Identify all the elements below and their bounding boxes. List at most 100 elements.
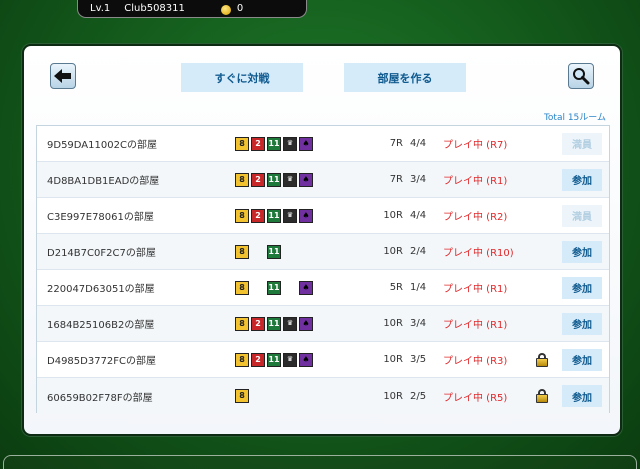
lock-icon bbox=[536, 353, 548, 367]
room-rounds: 7R bbox=[389, 138, 403, 149]
search-button[interactable] bbox=[568, 63, 594, 89]
room-name: C3E997E78061の部屋 bbox=[47, 212, 154, 223]
rule-badge: 11 bbox=[267, 172, 281, 187]
room-row: 220047D63051の部屋 8 11 ♠ 5R 1/4 プレイ中 (R1) 参加 bbox=[37, 270, 609, 306]
room-rounds: 10R bbox=[383, 246, 403, 257]
room-players: 2/5 bbox=[410, 390, 427, 402]
full-button[interactable]: 満員 bbox=[562, 132, 602, 155]
room-row: 60659B02F78Fの部屋 8 10R 2/5 プレイ中 (R5) 参加 bbox=[37, 378, 609, 414]
room-status: プレイ中 (R1) bbox=[443, 176, 508, 187]
room-status: プレイ中 (R1) bbox=[443, 320, 508, 331]
search-icon bbox=[573, 68, 590, 85]
rule-badge: 11 bbox=[267, 280, 281, 295]
room-name: 9D59DA11002Cの部屋 bbox=[47, 140, 157, 151]
room-rounds: 10R bbox=[383, 318, 403, 329]
level-label: Lv.1 bbox=[90, 3, 111, 14]
room-players: 2/4 bbox=[410, 246, 427, 257]
rule-badge: ♛ bbox=[283, 352, 297, 367]
room-name: 220047D63051の部屋 bbox=[47, 284, 155, 295]
rule-badge bbox=[251, 281, 265, 295]
club-id: Club508311 bbox=[124, 3, 185, 14]
rule-badge: ♠ bbox=[299, 208, 313, 223]
join-button[interactable]: 参加 bbox=[562, 348, 602, 371]
rule-badge: 11 bbox=[267, 136, 281, 151]
rule-badge bbox=[251, 245, 265, 259]
rule-badge: 8 bbox=[235, 244, 249, 259]
rule-badge: ♠ bbox=[299, 280, 313, 295]
rule-badge: 2 bbox=[251, 172, 265, 187]
rule-badge: 2 bbox=[251, 208, 265, 223]
rule-badge bbox=[299, 389, 313, 403]
join-button[interactable]: 参加 bbox=[562, 168, 602, 191]
rule-badge bbox=[283, 389, 297, 403]
rule-badge: 8 bbox=[235, 208, 249, 223]
room-rounds: 10R bbox=[383, 354, 403, 365]
room-row: D214B7C0F2C7の部屋 8 11 10R 2/4 プレイ中 (R10) 参加 bbox=[37, 234, 609, 270]
room-players: 1/4 bbox=[410, 282, 427, 293]
room-players: 3/4 bbox=[410, 318, 427, 329]
rule-badge: 8 bbox=[235, 352, 249, 367]
room-status: プレイ中 (R1) bbox=[443, 284, 508, 295]
room-row: 9D59DA11002Cの部屋 8 2 11 ♛ ♠ 7R 4/4 プレイ中 (R7) 満員 bbox=[37, 126, 609, 162]
room-total: Total 15ルーム bbox=[543, 113, 606, 123]
rule-badge: ♛ bbox=[283, 172, 297, 187]
rule-badge: 2 bbox=[251, 316, 265, 331]
lock-icon bbox=[536, 389, 548, 403]
room-rounds: 10R bbox=[383, 390, 403, 402]
rule-badge bbox=[299, 245, 313, 259]
rule-badge: 8 bbox=[235, 280, 249, 295]
room-players: 4/4 bbox=[410, 210, 427, 221]
rule-badges: 8 2 11 ♛ ♠ bbox=[235, 316, 313, 331]
coin-count: 0 bbox=[236, 3, 244, 14]
rule-badge bbox=[267, 389, 281, 403]
rule-badge: ♠ bbox=[299, 136, 313, 151]
rule-badge: 11 bbox=[267, 208, 281, 223]
join-button[interactable]: 参加 bbox=[562, 385, 602, 407]
join-button[interactable]: 参加 bbox=[562, 276, 602, 299]
rule-badge: 2 bbox=[251, 136, 265, 151]
rule-badges: 8 2 11 ♛ ♠ bbox=[235, 208, 313, 223]
room-name: D214B7C0F2C7の部屋 bbox=[47, 248, 156, 259]
room-players: 4/4 bbox=[410, 138, 427, 149]
room-name: 4D8BA1DB1EADの部屋 bbox=[47, 176, 160, 187]
quick-match-button[interactable]: すぐに対戦 bbox=[181, 63, 303, 92]
room-status: プレイ中 (R7) bbox=[443, 140, 508, 151]
rule-badge: 11 bbox=[267, 316, 281, 331]
room-rounds: 5R bbox=[389, 282, 403, 293]
room-rounds: 10R bbox=[383, 210, 403, 221]
footer-bar bbox=[3, 455, 637, 469]
rule-badge: ♛ bbox=[283, 208, 297, 223]
room-name: 60659B02F78Fの部屋 bbox=[47, 392, 153, 404]
room-row: 4D8BA1DB1EADの部屋 8 2 11 ♛ ♠ 7R 3/4 プレイ中 (R1) 参加 bbox=[37, 162, 609, 198]
room-status: プレイ中 (R2) bbox=[443, 212, 508, 223]
create-room-button[interactable]: 部屋を作る bbox=[344, 63, 466, 92]
rule-badge: 8 bbox=[235, 389, 249, 403]
rule-badge: 8 bbox=[235, 316, 249, 331]
coin-icon bbox=[220, 4, 231, 15]
rule-badge: 2 bbox=[251, 352, 265, 367]
rule-badges: 8 11 ♠ bbox=[235, 280, 313, 295]
status-bar: Lv.1 Club508311 0 bbox=[77, 0, 307, 18]
rule-badge bbox=[283, 245, 297, 259]
room-players: 3/4 bbox=[410, 174, 427, 185]
room-status: プレイ中 (R10) bbox=[443, 248, 514, 259]
rule-badges: 8 2 11 ♛ ♠ bbox=[235, 172, 313, 187]
rule-badges: 8 11 bbox=[235, 244, 313, 259]
room-name: 1684B25106B2の部屋 bbox=[47, 320, 155, 331]
rule-badge: ♠ bbox=[299, 172, 313, 187]
room-status: プレイ中 (R5) bbox=[443, 392, 508, 404]
rule-badges: 8 bbox=[235, 389, 313, 403]
room-list: 9D59DA11002Cの部屋 8 2 11 ♛ ♠ 7R 4/4 プレイ中 (R7) 満員 4D… bbox=[36, 125, 610, 414]
rule-badge: ♛ bbox=[283, 316, 297, 331]
rule-badge: ♠ bbox=[299, 352, 313, 367]
rule-badge: ♠ bbox=[299, 316, 313, 331]
full-button[interactable]: 満員 bbox=[562, 204, 602, 227]
room-name: D4985D3772FCの部屋 bbox=[47, 356, 157, 367]
back-button[interactable] bbox=[50, 63, 76, 89]
rule-badge bbox=[283, 281, 297, 295]
room-row: C3E997E78061の部屋 8 2 11 ♛ ♠ 10R 4/4 プレイ中 (R2) 満員 bbox=[37, 198, 609, 234]
room-rounds: 7R bbox=[389, 174, 403, 185]
join-button[interactable]: 参加 bbox=[562, 312, 602, 335]
room-status: プレイ中 (R3) bbox=[443, 356, 508, 367]
join-button[interactable]: 参加 bbox=[562, 240, 602, 263]
